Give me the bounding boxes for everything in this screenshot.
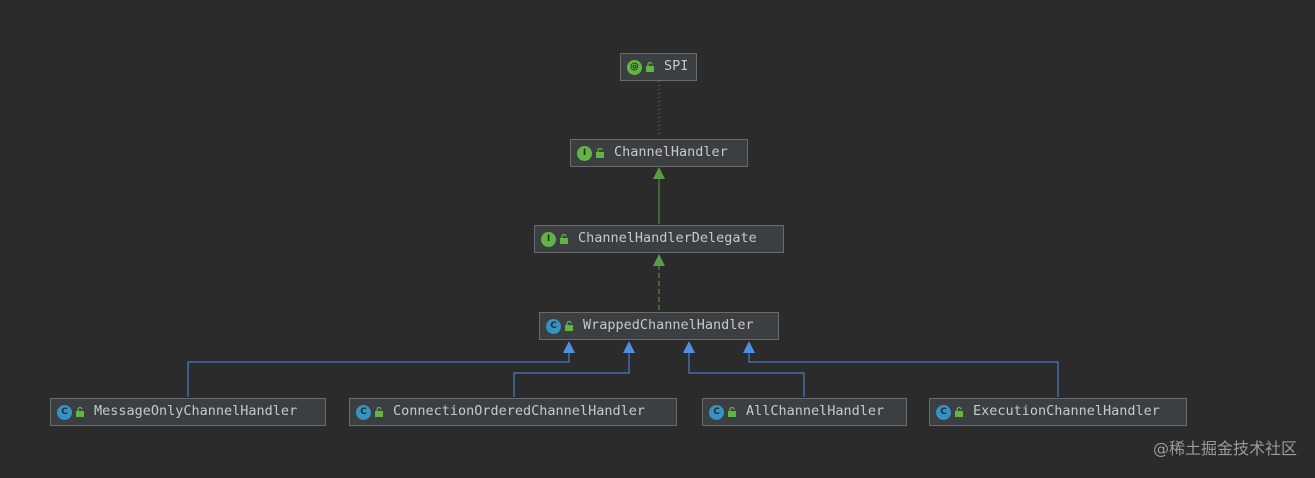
node-label: SPI [664, 58, 689, 75]
arrowhead-message-only [563, 341, 575, 353]
node-spi[interactable]: @ SPI [620, 53, 697, 81]
node-execution-channel-handler[interactable]: C ExecutionChannelHandler [929, 398, 1187, 426]
interface-icon: I [541, 231, 556, 247]
node-connection-ordered-channel-handler[interactable]: C ConnectionOrderedChannelHandler [349, 398, 677, 426]
arrowhead-all [683, 341, 695, 353]
node-label: MessageOnlyChannelHandler [94, 403, 298, 420]
node-all-channel-handler[interactable]: C AllChannelHandler [702, 398, 907, 426]
node-label: ChannelHandler [614, 144, 728, 161]
node-label: ExecutionChannelHandler [973, 403, 1160, 420]
class-icon: C [356, 404, 371, 420]
public-access-icon [595, 148, 605, 158]
class-icon: C [546, 318, 561, 334]
node-channel-handler[interactable]: I ChannelHandler [570, 139, 748, 167]
edge-message-only [187, 353, 570, 397]
node-label: ChannelHandlerDelegate [578, 230, 757, 247]
class-icon: C [57, 404, 72, 420]
annotation-icon: @ [627, 59, 642, 75]
public-access-icon [374, 407, 384, 417]
edge-all [688, 353, 805, 397]
interface-icon: I [577, 145, 592, 161]
edge-connection-ordered [513, 353, 630, 397]
public-access-icon [727, 407, 737, 417]
node-label: ConnectionOrderedChannelHandler [393, 403, 645, 420]
class-icon: C [709, 404, 724, 420]
arrowhead-delegate [653, 254, 665, 266]
node-label: WrappedChannelHandler [583, 317, 754, 334]
arrowhead-channel-handler [653, 167, 665, 179]
public-access-icon [564, 321, 574, 331]
edge-execution [748, 353, 1059, 397]
node-channel-handler-delegate[interactable]: I ChannelHandlerDelegate [534, 225, 784, 253]
public-access-icon [75, 407, 85, 417]
node-message-only-channel-handler[interactable]: C MessageOnlyChannelHandler [50, 398, 326, 426]
public-access-icon [645, 62, 655, 72]
public-access-icon [559, 234, 569, 244]
watermark: @稀土掘金技术社区 [1152, 439, 1297, 458]
class-icon: C [936, 404, 951, 420]
public-access-icon [954, 407, 964, 417]
node-label: AllChannelHandler [746, 403, 885, 420]
arrowhead-connection-ordered [623, 341, 635, 353]
node-wrapped-channel-handler[interactable]: C WrappedChannelHandler [539, 312, 779, 340]
arrowhead-execution [743, 341, 755, 353]
